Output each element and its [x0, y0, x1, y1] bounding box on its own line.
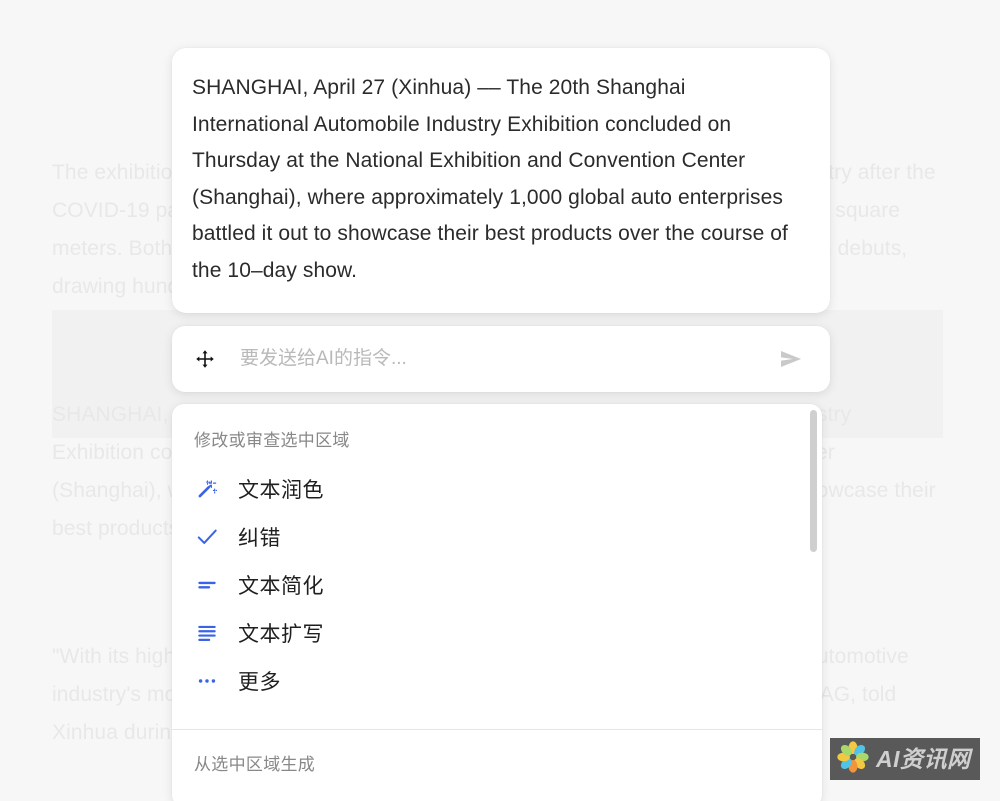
menu-item-fix-errors[interactable]: 纠错 [172, 513, 822, 561]
shorten-lines-icon [194, 574, 220, 596]
ai-prompt-input[interactable] [240, 348, 774, 370]
menu-item-label: 纠错 [238, 527, 281, 550]
menu-item-label: 更多 [238, 671, 281, 694]
check-icon [194, 526, 220, 548]
menu-item-label: 文本润色 [238, 479, 324, 502]
menu-item-label: 文本简化 [238, 575, 324, 598]
ai-action-menu[interactable]: 修改或审查选中区域 文本润色 纠错 文本简化 文本扩写 更多 从选中区域生成 [172, 404, 822, 801]
ai-assistant-overlay: SHANGHAI, April 27 (Xinhua) –– The 20th … [172, 48, 830, 801]
menu-section-label: 从选中区域生成 [194, 755, 316, 774]
expand-lines-icon [194, 622, 220, 644]
ai-prompt-bar[interactable] [172, 326, 830, 392]
ai-result-text: SHANGHAI, April 27 (Xinhua) –– The 20th … [192, 76, 794, 282]
menu-section-label: 修改或审查选中区域 [194, 431, 350, 450]
menu-section-generate: 从选中区域生成 [172, 730, 822, 801]
menu-section-edit: 修改或审查选中区域 文本润色 纠错 文本简化 文本扩写 更多 [172, 404, 822, 719]
menu-item-polish-text[interactable]: 文本润色 [172, 465, 822, 513]
menu-item-simplify-text[interactable]: 文本简化 [172, 561, 822, 609]
menu-item-label: 文本扩写 [238, 623, 324, 646]
menu-scrollbar-thumb[interactable] [810, 410, 817, 552]
watermark-text: AI资讯网 [876, 745, 971, 772]
magic-wand-icon [194, 479, 220, 499]
move-icon[interactable] [192, 346, 218, 372]
send-arrow-icon[interactable] [774, 344, 808, 374]
watermark: AI资讯网 [830, 738, 980, 780]
menu-item-more[interactable]: 更多 [172, 657, 822, 705]
ai-result-card: SHANGHAI, April 27 (Xinhua) –– The 20th … [172, 48, 830, 313]
menu-item-expand-text[interactable]: 文本扩写 [172, 609, 822, 657]
flower-logo-icon [836, 740, 870, 779]
ellipsis-icon [194, 670, 220, 692]
